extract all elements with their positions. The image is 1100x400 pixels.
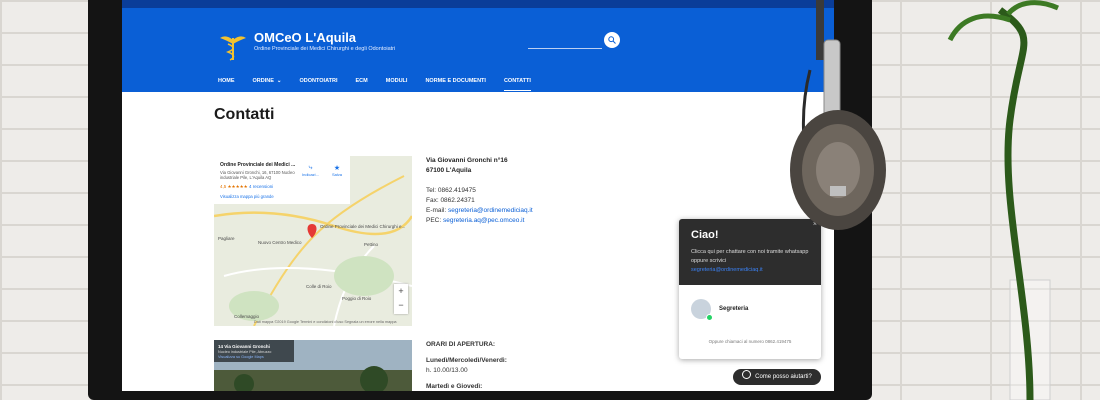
opening-hours: ORARI DI APERTURA: Lunedì/Mercoledì/Vene… bbox=[426, 340, 507, 391]
site-subtitle: Ordine Provinciale dei Medici Chirurghi … bbox=[254, 46, 396, 52]
map-place-label: Colle di Roio bbox=[306, 284, 332, 289]
chat-message-text: Clicca qui per chattare con noi tramite … bbox=[691, 249, 809, 264]
pec-label: PEC: bbox=[426, 217, 443, 224]
headphones-image bbox=[790, 0, 886, 230]
address-line-2: 67100 L'Aquila bbox=[426, 167, 472, 174]
site-header: OMCeO L'Aquila Ordine Provinciale dei Me… bbox=[122, 8, 834, 92]
map-place-label: Pettino bbox=[364, 242, 379, 247]
map-footer: Dati mappa ©2019 Google Termini e condiz… bbox=[254, 320, 397, 324]
nav-item-ordine[interactable]: ORDINE ⌄ bbox=[253, 78, 282, 91]
nav-item-moduli[interactable]: MODULI bbox=[386, 78, 408, 91]
address-line-1: Via Giovanni Gronchi n°16 bbox=[426, 157, 508, 164]
nav-item-odontoiatri[interactable]: ODONTOIATRI bbox=[300, 78, 338, 91]
email-label: E-mail: bbox=[426, 207, 449, 214]
contact-info: Via Giovanni Gronchi n°16 67100 L'Aquila… bbox=[426, 156, 533, 226]
streetview-subtitle: Nucleo industriale Pile, Abruzzo bbox=[218, 350, 272, 354]
directions-label: Indicazi... bbox=[302, 172, 319, 177]
page-title: Contatti bbox=[214, 106, 275, 123]
pec-link[interactable]: segreteria.aq@pec.omceo.it bbox=[443, 217, 524, 224]
phone-number: Tel: 0862.419475 bbox=[426, 187, 476, 194]
streetview-link[interactable]: Visualizza su Google Maps bbox=[218, 355, 264, 359]
bamboo-plant-image bbox=[947, 0, 1060, 400]
save-label: Salva bbox=[332, 172, 343, 177]
map-larger-link[interactable]: Visualizza mappa più grande bbox=[220, 194, 274, 199]
search-input[interactable] bbox=[528, 48, 602, 49]
whatsapp-icon bbox=[742, 370, 752, 379]
streetview-title: 14 Via Giovanni Gronchi bbox=[218, 344, 270, 349]
hours-time-1: h. 10.00/13.00 bbox=[426, 367, 468, 374]
save-button[interactable]: ★ Salva bbox=[332, 164, 342, 177]
search-icon bbox=[608, 36, 616, 44]
chat-footer: Oppure chiamaci al numero 0862.419475 bbox=[708, 339, 792, 344]
map-pin-label: Ordine Provinciale dei Medici Chirurghi … bbox=[320, 224, 406, 229]
map-card-address: Via Giovanni Gronchi, 16, 67100 Nucleo i… bbox=[220, 170, 295, 180]
nav-item-ecm[interactable]: ECM bbox=[356, 78, 368, 91]
top-bar bbox=[122, 0, 834, 8]
directions-icon: ⤷ bbox=[308, 164, 313, 171]
hours-title: ORARI DI APERTURA: bbox=[426, 341, 496, 348]
online-status-icon bbox=[706, 314, 713, 321]
map-place-label: Nuovo Centro Medico bbox=[258, 240, 302, 245]
reviews-link[interactable]: 4 recensioni bbox=[249, 184, 273, 189]
nav-item-home[interactable]: HOME bbox=[218, 78, 235, 91]
chat-email-link[interactable]: segreteria@ordinemediciaq.it bbox=[691, 267, 763, 273]
email-link[interactable]: segreteria@ordinemediciaq.it bbox=[448, 207, 533, 214]
map-place-label: Collemaggio bbox=[234, 314, 260, 319]
map-place-label: Pagliare bbox=[218, 236, 235, 241]
hours-days-1: Lunedì/Mercoledì/Venerdì: bbox=[426, 357, 507, 364]
whatsapp-chat-widget[interactable]: × Ciao! Clicca qui per chattare con noi … bbox=[679, 219, 821, 359]
main-nav: HOME ORDINE ⌄ ODONTOIATRI ECM MODULI NORM… bbox=[218, 78, 549, 91]
nav-item-contatti[interactable]: CONTATTI bbox=[503, 78, 531, 91]
zoom-out-button[interactable]: − bbox=[394, 298, 408, 312]
star-icon: ★ bbox=[333, 165, 341, 172]
nav-item-label: ORDINE bbox=[252, 78, 274, 84]
map-card-title: Ordine Provinciale dei Medici ... bbox=[220, 162, 296, 168]
site-title[interactable]: OMCeO L'Aquila bbox=[254, 30, 356, 45]
nav-item-norme[interactable]: NORME E DOCUMENTI bbox=[425, 78, 486, 91]
map-zoom-control[interactable]: + − bbox=[394, 284, 408, 314]
map-place-label: Poggio di Roio bbox=[342, 296, 372, 301]
chat-greeting: Ciao! bbox=[691, 229, 719, 241]
chat-message: Clicca qui per chattare con noi tramite … bbox=[691, 248, 811, 275]
directions-button[interactable]: ⤷ Indicazi... bbox=[302, 164, 319, 177]
streetview-label: 14 Via Giovanni Gronchi Nucleo industria… bbox=[214, 340, 294, 362]
caduceus-logo-icon[interactable] bbox=[218, 32, 248, 62]
chat-help-button[interactable]: Come posso aiutarti? bbox=[733, 369, 821, 385]
chat-help-label: Come posso aiutarti? bbox=[755, 374, 812, 380]
google-map-embed[interactable]: Ordine Provinciale dei Medici Chirurghi … bbox=[214, 156, 412, 326]
map-info-card: Ordine Provinciale dei Medici ... Via Gi… bbox=[214, 156, 350, 204]
hours-days-2: Martedì e Giovedì: bbox=[426, 383, 483, 390]
zoom-in-button[interactable]: + bbox=[394, 284, 408, 298]
streetview-embed[interactable]: 14 Via Giovanni Gronchi Nucleo industria… bbox=[214, 340, 412, 391]
search-button[interactable] bbox=[604, 32, 620, 48]
email-row: E-mail: segreteria@ordinemediciaq.it bbox=[426, 206, 533, 216]
chevron-down-icon: ⌄ bbox=[276, 78, 282, 84]
map-card-rating: 4,5 ★★★★★ 4 recensioni bbox=[220, 184, 273, 190]
pec-row: PEC: segreteria.aq@pec.omceo.it bbox=[426, 216, 533, 226]
rating-stars: 4,5 ★★★★★ bbox=[220, 184, 248, 189]
agent-name: Segreteria bbox=[719, 306, 749, 312]
fax-number: Fax: 0862.24371 bbox=[426, 197, 475, 204]
